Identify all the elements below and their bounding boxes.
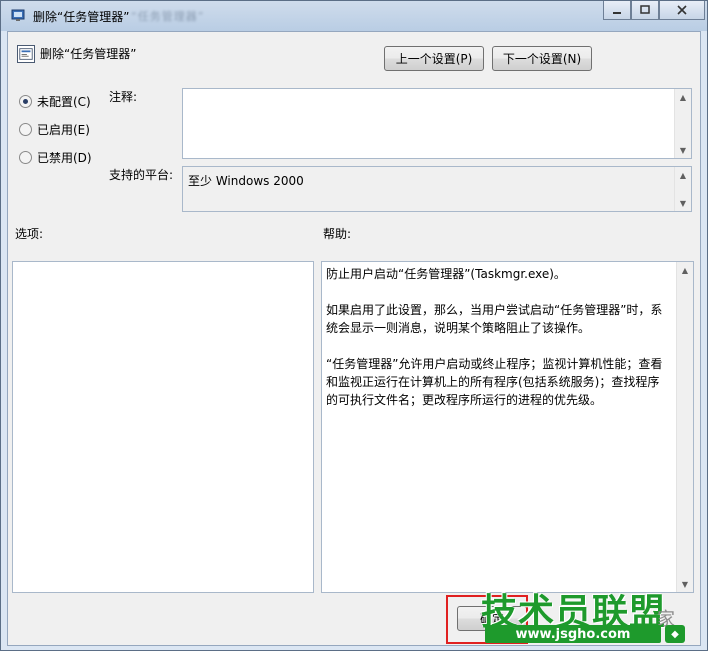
help-scrollbar[interactable]: ▲ ▼: [676, 262, 693, 592]
help-label: 帮助:: [323, 227, 352, 241]
window-title: 删除“任务管理器”: [33, 10, 130, 24]
maximize-icon: [640, 5, 650, 14]
scroll-down-icon[interactable]: ▼: [675, 142, 691, 158]
caption-buttons: [603, 1, 705, 21]
options-label: 选项:: [15, 227, 44, 241]
scroll-up-icon[interactable]: ▲: [675, 167, 691, 183]
close-icon: [677, 5, 687, 15]
next-setting-button[interactable]: 下一个设置(N): [492, 46, 592, 71]
radio-disabled[interactable]: 已禁用(D): [19, 149, 92, 166]
scroll-up-icon[interactable]: ▲: [677, 262, 693, 278]
scroll-up-icon[interactable]: ▲: [675, 89, 691, 105]
platform-value: 至少 Windows 2000: [188, 174, 304, 188]
radio-label-disabled: 已禁用(D): [37, 151, 92, 165]
platform-field: 至少 Windows 2000 ▲ ▼: [182, 166, 692, 212]
radio-not-configured[interactable]: 未配置(C): [19, 93, 91, 110]
radio-label-not-configured: 未配置(C): [37, 95, 91, 109]
close-button[interactable]: [659, 1, 705, 20]
group-policy-icon: [11, 9, 25, 21]
comment-textarea[interactable]: ▲ ▼: [182, 88, 692, 159]
help-paragraph: “任务管理器”允许用户启动或终止程序；监视计算机性能；查看和监视正运行在计算机上…: [326, 357, 663, 407]
watermark-url: www.jsgho.com: [485, 625, 661, 643]
dialog-window: 删除“任务管理器” “任务管理器” 删除“任务管理器” 上一个设置(P) 下一个…: [0, 0, 708, 651]
title-bar[interactable]: 删除“任务管理器” “任务管理器”: [1, 1, 707, 31]
platform-scrollbar[interactable]: ▲ ▼: [674, 167, 691, 211]
minimize-icon: [613, 12, 621, 14]
maximize-button[interactable]: [631, 1, 659, 20]
previous-setting-button[interactable]: 上一个设置(P): [384, 46, 484, 71]
radio-enabled[interactable]: 已启用(E): [19, 121, 90, 138]
window-title-blurred: “任务管理器”: [131, 10, 205, 23]
help-pane: 防止用户启动“任务管理器”(Taskmgr.exe)。 如果启用了此设置，那么，…: [321, 261, 694, 593]
policy-setting-icon: [17, 45, 35, 63]
help-text: 防止用户启动“任务管理器”(Taskmgr.exe)。 如果启用了此设置，那么，…: [326, 265, 671, 427]
watermark: 技术员联盟 家 www.jsgho.com ◆: [481, 583, 703, 647]
help-paragraph: 防止用户启动“任务管理器”(Taskmgr.exe)。: [326, 267, 566, 281]
radio-button[interactable]: [19, 151, 32, 164]
help-paragraph: 如果启用了此设置，那么，当用户尝试启动“任务管理器”时，系统会显示一则消息，说明…: [326, 303, 663, 335]
setting-title: 删除“任务管理器”: [40, 47, 137, 61]
radio-button-checked[interactable]: [19, 95, 32, 108]
comment-label: 注释:: [109, 90, 138, 104]
minimize-button[interactable]: [603, 1, 631, 20]
radio-button[interactable]: [19, 123, 32, 136]
options-pane: [12, 261, 314, 593]
scroll-down-icon[interactable]: ▼: [675, 195, 691, 211]
dialog-client-area: 删除“任务管理器” 上一个设置(P) 下一个设置(N) 未配置(C) 已启用(E…: [7, 31, 701, 646]
platform-label: 支持的平台:: [109, 168, 174, 182]
comment-scrollbar[interactable]: ▲ ▼: [674, 89, 691, 158]
watermark-logo-icon: ◆: [665, 625, 685, 643]
radio-label-enabled: 已启用(E): [37, 123, 90, 137]
